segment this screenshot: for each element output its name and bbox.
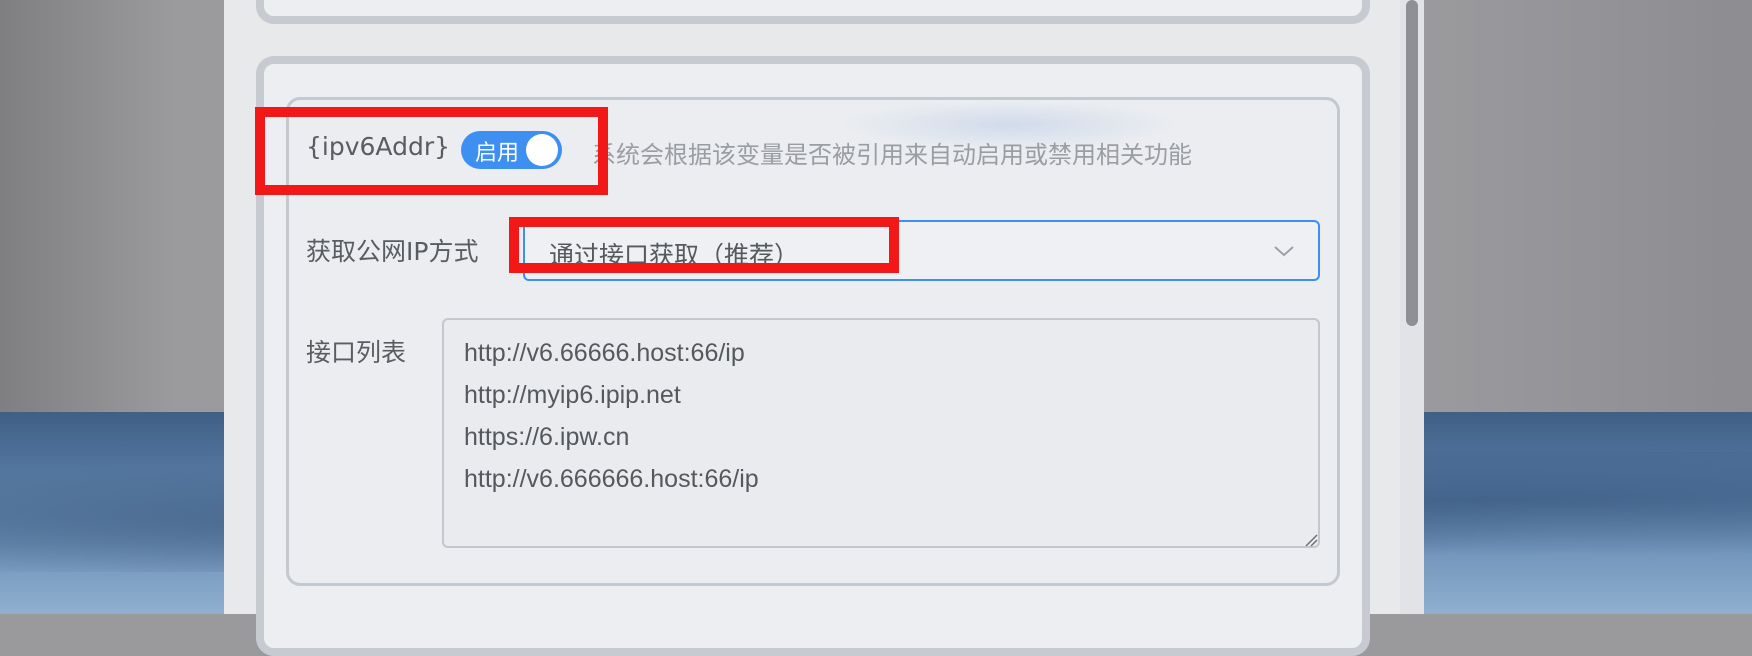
scrollbar-thumb[interactable] (1406, 0, 1418, 326)
api-list-textarea[interactable]: http://v6.66666.host:66/ip http://myip6.… (442, 318, 1320, 548)
highlight-box-variable-toggle (255, 107, 608, 195)
fetch-method-label: 获取公网IP方式 (306, 237, 479, 266)
chevron-down-icon (1274, 246, 1294, 257)
highlight-box-fetch-method (509, 217, 899, 273)
auto-enable-hint: 系统会根据该变量是否被引用来自动启用或禁用相关功能 (592, 141, 1192, 169)
resize-grip-icon[interactable] (1304, 533, 1318, 547)
previous-section-card (256, 0, 1370, 24)
api-list-label: 接口列表 (306, 338, 407, 367)
